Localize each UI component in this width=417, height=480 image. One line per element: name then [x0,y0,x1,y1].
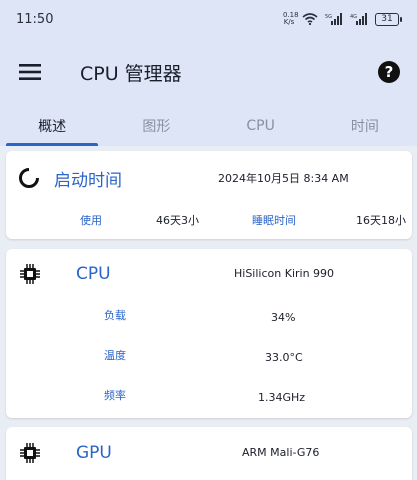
tab-bar: 概述 图形 CPU 时间 [0,106,417,146]
cpu-model: HiSilicon Kirin 990 [234,267,335,280]
svg-text:?: ? [385,63,394,81]
cpu-card: CPU HiSilicon Kirin 990 负载 34% 温度 33.0°C… [6,249,412,418]
uptime-card: 启动时间 2024年10月5日 8:34 AM 使用 46天3小 睡眠时间 16… [6,151,412,239]
freq-label: 频率 [104,389,126,402]
net-speed: 0.18 K/s [283,12,299,26]
signal-5g-icon: 5G [325,13,342,25]
sleep-label: 睡眠时间 [252,214,296,227]
app-bar: CPU 管理器 ? [0,38,417,106]
net-speed-unit: K/s [283,18,295,26]
tab-overview[interactable]: 概述 [0,106,104,146]
help-circle-icon: ? [378,61,400,83]
used-label: 使用 [80,214,102,227]
status-bar: 11:50 0.18 K/s 5G 4G 31 [0,0,417,38]
load-value: 34% [271,311,296,324]
sleep-value: 16天18小 [356,214,406,227]
tab-time[interactable]: 时间 [313,106,417,146]
chip-icon [20,443,40,463]
gpu-title: GPU [76,443,112,463]
freq-value: 1.34GHz [258,391,306,404]
gpu-model: ARM Mali-G76 [242,446,320,459]
tab-graphics[interactable]: 图形 [104,106,208,146]
svg-text:4G: 4G [350,14,357,20]
hamburger-menu-icon [19,64,41,80]
tab-cpu[interactable]: CPU [209,106,313,146]
load-label: 负载 [104,309,126,322]
signal-icon: 4G [350,13,367,25]
wifi-icon [302,13,318,25]
used-value: 46天3小 [156,214,199,227]
app-title: CPU 管理器 [80,62,182,85]
menu-button[interactable] [0,38,60,106]
uptime-title: 启动时间 [54,170,122,191]
status-time: 11:50 [16,11,54,27]
temp-value: 33.0°C [265,351,303,364]
chip-icon [20,264,40,284]
gpu-card: GPU ARM Mali-G76 [6,427,412,480]
battery-indicator: 31 [375,12,402,26]
temp-label: 温度 [104,349,126,362]
uptime-ring-icon [19,168,39,188]
boot-datetime: 2024年10月5日 8:34 AM [218,172,349,185]
help-button[interactable]: ? [361,38,417,106]
svg-text:5G: 5G [325,14,332,20]
cpu-title: CPU [76,264,111,284]
status-icons: 0.18 K/s 5G 4G 31 [283,12,402,26]
